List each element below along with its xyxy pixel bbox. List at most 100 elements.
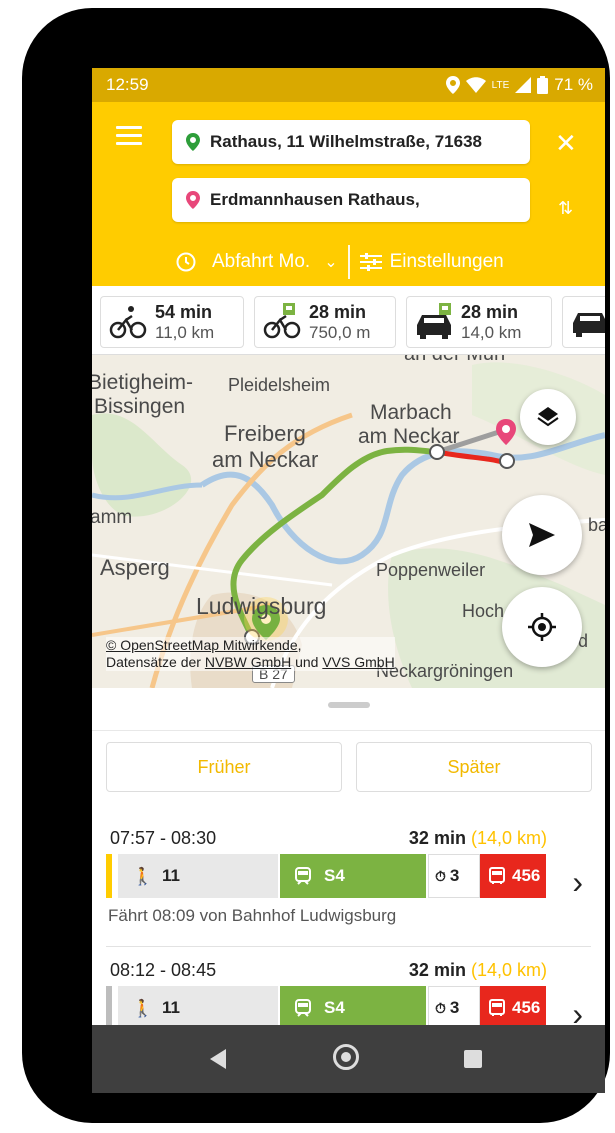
map-label: an der Murr bbox=[404, 355, 507, 366]
location-icon bbox=[445, 76, 460, 94]
map-label: Hoch bbox=[462, 601, 505, 621]
phone-frame: 12:59 LTE 71 % Rathaus, 11 Wilhelmstraße… bbox=[22, 8, 610, 1123]
navigate-button[interactable] bbox=[502, 495, 582, 575]
map-label: Asperg bbox=[100, 555, 170, 580]
earlier-button[interactable]: Früher bbox=[106, 742, 342, 792]
destination-text: Erdmannhausen Rathaus, bbox=[210, 190, 420, 209]
trip-duration: 32 min (14,0 km) bbox=[408, 960, 547, 980]
train-icon bbox=[295, 867, 311, 885]
mode-park-and-ride[interactable]: 28 min 14,0 km bbox=[406, 296, 552, 348]
nvbw-link[interactable]: NVBW GmbH bbox=[205, 654, 291, 670]
walk-icon: 🚶 bbox=[132, 999, 154, 1018]
my-location-button[interactable] bbox=[502, 587, 582, 667]
chevron-down-icon[interactable]: ⌄ bbox=[324, 252, 337, 272]
destination-field[interactable]: Erdmannhausen Rathaus, bbox=[172, 178, 530, 222]
network-type: LTE bbox=[491, 79, 510, 91]
battery-level: 71 % bbox=[554, 75, 593, 94]
trip-accent-bar bbox=[106, 854, 112, 898]
map-label: Poppenweiler bbox=[376, 560, 486, 580]
map-label: amm bbox=[92, 507, 133, 528]
system-nav-bar bbox=[92, 1025, 605, 1093]
bus-segment: 456 bbox=[480, 854, 546, 898]
transfer-segment: ⏱ 3 bbox=[428, 854, 480, 898]
map-label: Marbach bbox=[370, 401, 452, 424]
transfer-time-icon: ⏱ bbox=[435, 867, 446, 884]
settings-button[interactable]: Einstellungen bbox=[390, 251, 504, 273]
mode-duration: 28 min bbox=[461, 301, 519, 322]
chevron-right-icon[interactable]: › bbox=[572, 864, 583, 901]
train-segment: S4 bbox=[280, 854, 426, 898]
crosshair-icon bbox=[528, 613, 556, 641]
mode-duration: 54 min bbox=[155, 301, 213, 322]
mode-duration: 28 min bbox=[309, 301, 367, 322]
map-label: Freiberg bbox=[224, 421, 306, 446]
bus-icon bbox=[489, 999, 505, 1016]
divider bbox=[347, 245, 350, 279]
map-label: Ludwigsburg bbox=[196, 593, 327, 619]
mode-bicycle[interactable]: 54 min 11,0 km bbox=[100, 296, 244, 348]
trip-info: Fährt 08:09 von Bahnhof Ludwigsburg bbox=[108, 906, 397, 925]
battery-icon bbox=[537, 76, 549, 94]
bus-icon bbox=[489, 867, 505, 884]
mode-tabs: 54 min 11,0 km 28 min 750,0 m 28 min 14,0 k… bbox=[92, 286, 605, 355]
origin-field[interactable]: Rathaus, 11 Wilhelmstraße, 71638 bbox=[172, 120, 530, 164]
mode-distance: 750,0 m bbox=[309, 322, 371, 342]
layers-icon bbox=[537, 407, 559, 427]
bicycle-icon bbox=[109, 306, 147, 339]
walk-icon: 🚶 bbox=[132, 867, 154, 886]
transfer-time-icon: ⏱ bbox=[435, 999, 446, 1016]
trip-time: 07:57 - 08:30 bbox=[110, 828, 217, 848]
divider bbox=[92, 730, 605, 731]
send-icon bbox=[529, 523, 555, 547]
bike-and-ride-icon bbox=[263, 303, 301, 339]
trip-item[interactable]: 07:57 - 08:30 32 min (14,0 km) 🚶 11 S4 ⏱ 3… bbox=[92, 828, 605, 946]
mode-distance: 14,0 km bbox=[461, 322, 522, 342]
close-icon[interactable]: ✕ bbox=[555, 128, 577, 159]
train-icon bbox=[295, 999, 311, 1017]
recents-icon[interactable] bbox=[464, 1050, 482, 1068]
trip-options: Abfahrt Mo. ⌄ Einstellungen bbox=[176, 242, 504, 282]
mode-distance: 11,0 km bbox=[155, 322, 215, 342]
departure-select[interactable]: Abfahrt Mo. bbox=[212, 251, 310, 273]
mode-car[interactable] bbox=[562, 296, 605, 348]
mode-bike-and-ride[interactable]: 28 min 750,0 m bbox=[254, 296, 396, 348]
sliders-icon bbox=[359, 253, 382, 271]
menu-icon[interactable] bbox=[116, 126, 142, 148]
drag-handle[interactable] bbox=[328, 702, 370, 708]
map-label: Bietigheim- bbox=[92, 371, 194, 394]
route-map[interactable]: an der Murr Bietigheim- Bissingen Pleide… bbox=[92, 355, 605, 688]
status-icons: LTE 71 % bbox=[445, 75, 593, 95]
trip-duration: 32 min (14,0 km) bbox=[408, 828, 547, 848]
later-button[interactable]: Später bbox=[356, 742, 592, 792]
train-segment: S4 bbox=[280, 986, 426, 1030]
transfer-segment: ⏱ 3 bbox=[428, 986, 480, 1030]
swap-icon[interactable]: ⇅ bbox=[558, 198, 573, 219]
map-label: Bissingen bbox=[94, 395, 186, 418]
park-and-ride-icon bbox=[417, 303, 451, 339]
map-label: am Neckar bbox=[212, 447, 319, 472]
results-sheet: Früher Später 07:57 - 08:30 32 min (14,0… bbox=[92, 688, 605, 1032]
trip-accent-bar bbox=[106, 986, 112, 1030]
vvs-link[interactable]: VVS GmbH bbox=[322, 654, 394, 670]
destination-pin-icon bbox=[186, 191, 200, 209]
map-attribution: © OpenStreetMap Mitwirkende, Datensätze … bbox=[106, 637, 395, 671]
clock-icon bbox=[176, 252, 196, 272]
osm-link[interactable]: © OpenStreetMap Mitwirkende, bbox=[106, 637, 302, 653]
layers-button[interactable] bbox=[520, 389, 576, 445]
bus-segment: 456 bbox=[480, 986, 546, 1030]
home-icon[interactable] bbox=[333, 1044, 359, 1070]
walk-segment: 🚶 11 bbox=[118, 986, 278, 1030]
divider bbox=[106, 946, 591, 947]
back-icon[interactable] bbox=[210, 1049, 226, 1069]
status-time: 12:59 bbox=[106, 75, 149, 94]
car-icon bbox=[573, 313, 605, 337]
status-bar: 12:59 LTE 71 % bbox=[92, 68, 605, 102]
map-label: bac bbox=[588, 515, 605, 535]
trip-time: 08:12 - 08:45 bbox=[110, 960, 217, 980]
app-screen: 12:59 LTE 71 % Rathaus, 11 Wilhelmstraße… bbox=[92, 68, 605, 1093]
origin-pin-icon bbox=[186, 133, 200, 151]
origin-text: Rathaus, 11 Wilhelmstraße, 71638 bbox=[210, 132, 482, 151]
wifi-icon bbox=[465, 77, 486, 93]
map-label: am Neckar bbox=[358, 425, 460, 448]
signal-icon bbox=[515, 77, 532, 93]
